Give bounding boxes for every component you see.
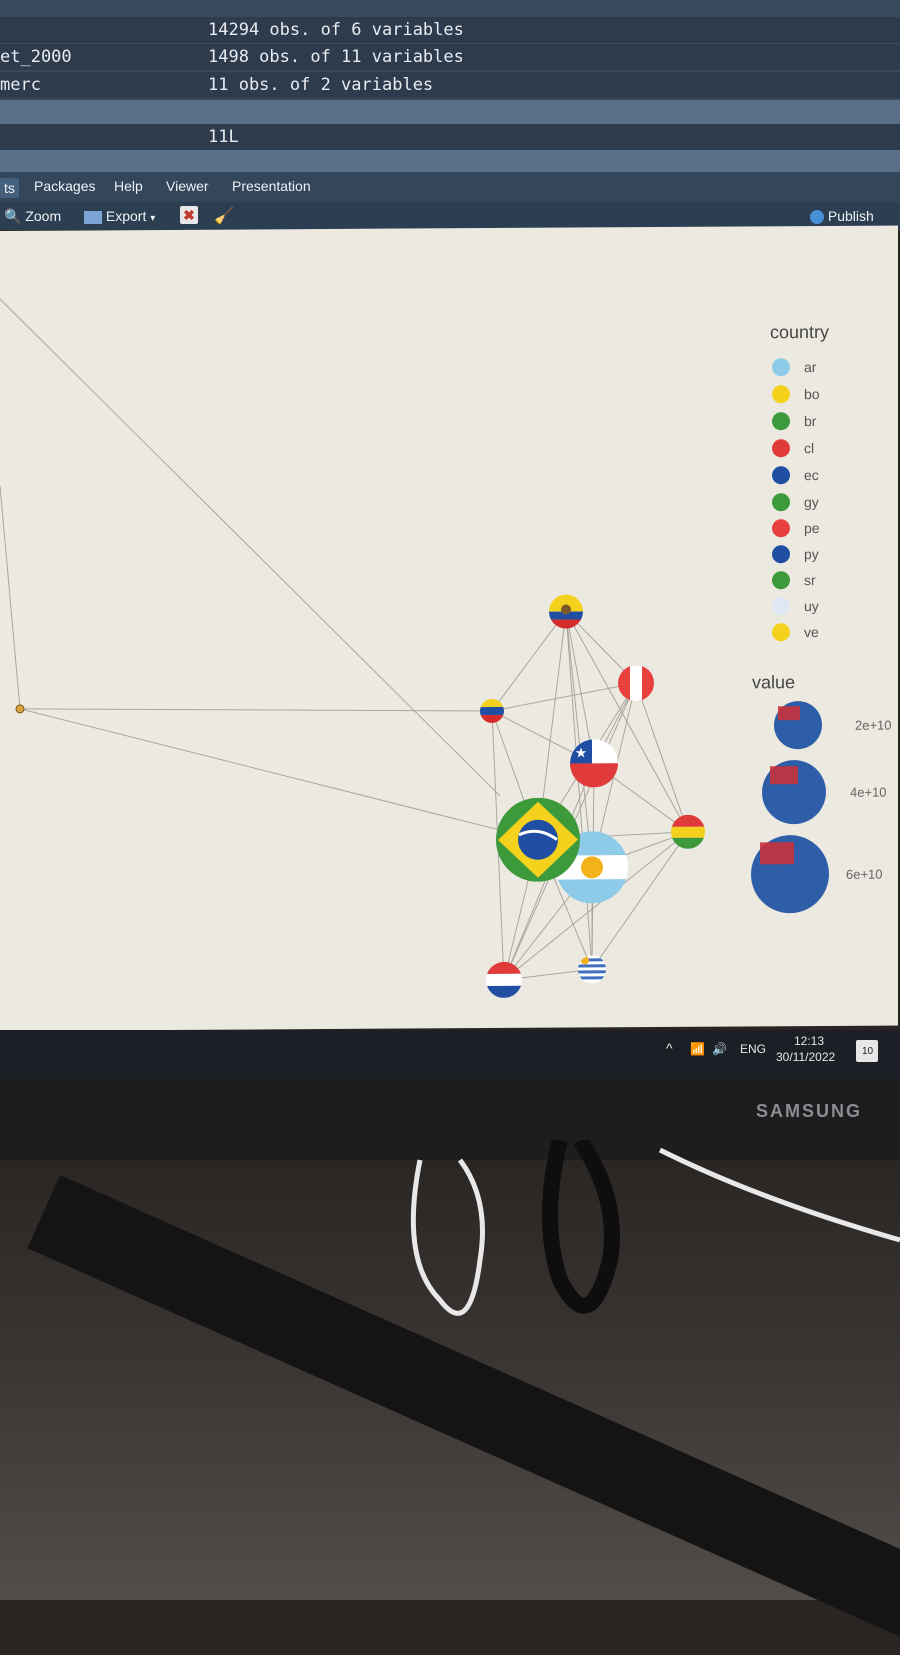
legend-item: pe (804, 520, 820, 536)
legend-item: ar (804, 359, 817, 375)
language-indicator[interactable]: ENG (740, 1042, 766, 1056)
monitor-brand: SAMSUNG (756, 1101, 863, 1121)
node-ve[interactable] (480, 698, 504, 724)
env-value: 14294 obs. of 6 variables (208, 20, 464, 40)
remove-plot-icon: ✖ (180, 206, 198, 224)
legend-item: py (804, 546, 819, 562)
legend-item: bo (804, 386, 820, 402)
publish-label: Publish (827, 208, 874, 224)
env-row[interactable]: 11L (0, 124, 900, 150)
node-br[interactable] (496, 797, 580, 882)
legend-item: ve (804, 624, 819, 640)
tab-packages[interactable]: Packages (34, 178, 95, 194)
notification-button[interactable]: 10 (856, 1040, 878, 1062)
notification-count: 10 (862, 1046, 874, 1057)
node-bo[interactable] (671, 814, 705, 849)
zoom-icon: 🔍 (4, 208, 22, 224)
legend-item: sr (804, 572, 816, 588)
pane-tabs: ts Packages Help Viewer Presentation (0, 172, 900, 202)
wifi-icon[interactable]: 📶 (690, 1042, 705, 1056)
export-button[interactable]: Export ▾ (84, 208, 155, 224)
node-uy[interactable] (578, 955, 606, 984)
windows-taskbar: ^ 📶 🔊 ENG 12:13 30/11/2022 10 (0, 1030, 900, 1078)
node-pe[interactable] (618, 665, 654, 702)
node-py[interactable] (486, 961, 522, 999)
legend-value-label: 2e+10 (855, 718, 892, 733)
legend-item: cl (804, 440, 814, 456)
node-ec[interactable] (549, 594, 583, 629)
chevron-up-icon[interactable]: ^ (666, 1040, 673, 1056)
clock-date[interactable]: 30/11/2022 (776, 1050, 835, 1064)
chevron-down-icon: ▾ (150, 213, 156, 224)
env-name: et_2000 (0, 47, 72, 67)
zoom-label: Zoom (25, 208, 62, 224)
env-row[interactable]: et_2000 1498 obs. of 11 variables (0, 44, 900, 70)
legend-item: gy (804, 494, 819, 510)
tab-viewer[interactable]: Viewer (166, 178, 209, 194)
env-row[interactable]: merc 11 obs. of 2 variables (0, 72, 900, 98)
plot-canvas: ★ country ar bo br cl ec gy pe py sr uy … (0, 225, 898, 1032)
env-value: 11 obs. of 2 variables (208, 75, 434, 95)
legend-size-key (751, 701, 829, 914)
remove-plot-button[interactable]: ✖ (180, 206, 198, 224)
legend-value-label: 6e+10 (846, 867, 883, 882)
legend-country-title: country (770, 322, 829, 342)
tab-presentation[interactable]: Presentation (232, 178, 311, 194)
clear-plots-button[interactable]: 🧹 (214, 206, 234, 226)
node-gy[interactable] (15, 704, 25, 714)
env-value: 1498 obs. of 11 variables (208, 47, 464, 67)
legend-value-label: 4e+10 (850, 785, 887, 800)
pane-splitter[interactable] (0, 150, 900, 172)
env-row[interactable]: 14294 obs. of 6 variables (0, 17, 900, 43)
zoom-button[interactable]: 🔍 Zoom (4, 208, 61, 225)
clock-time[interactable]: 12:13 (794, 1034, 824, 1048)
legend-item: uy (804, 598, 819, 614)
broom-icon: 🧹 (214, 208, 234, 225)
node-cl[interactable]: ★ (570, 739, 618, 788)
env-value: 11L (208, 127, 239, 147)
env-divider (0, 100, 900, 124)
legend-value-title: value (752, 672, 795, 692)
speaker-icon[interactable]: 🔊 (712, 1042, 727, 1056)
tab-help[interactable]: Help (114, 178, 143, 194)
legend-item: ec (804, 467, 819, 483)
legend-item: br (804, 413, 817, 429)
publish-icon (810, 210, 824, 225)
network-plot: ★ country ar bo br cl ec gy pe py sr uy … (0, 298, 892, 999)
env-name: merc (0, 75, 41, 95)
export-label: Export (105, 208, 147, 224)
tab-plots[interactable]: ts (0, 178, 19, 198)
cables (410, 1140, 900, 1316)
export-icon (84, 210, 102, 224)
publish-button[interactable]: Publish (810, 208, 874, 225)
svg-text:★: ★ (575, 744, 588, 760)
